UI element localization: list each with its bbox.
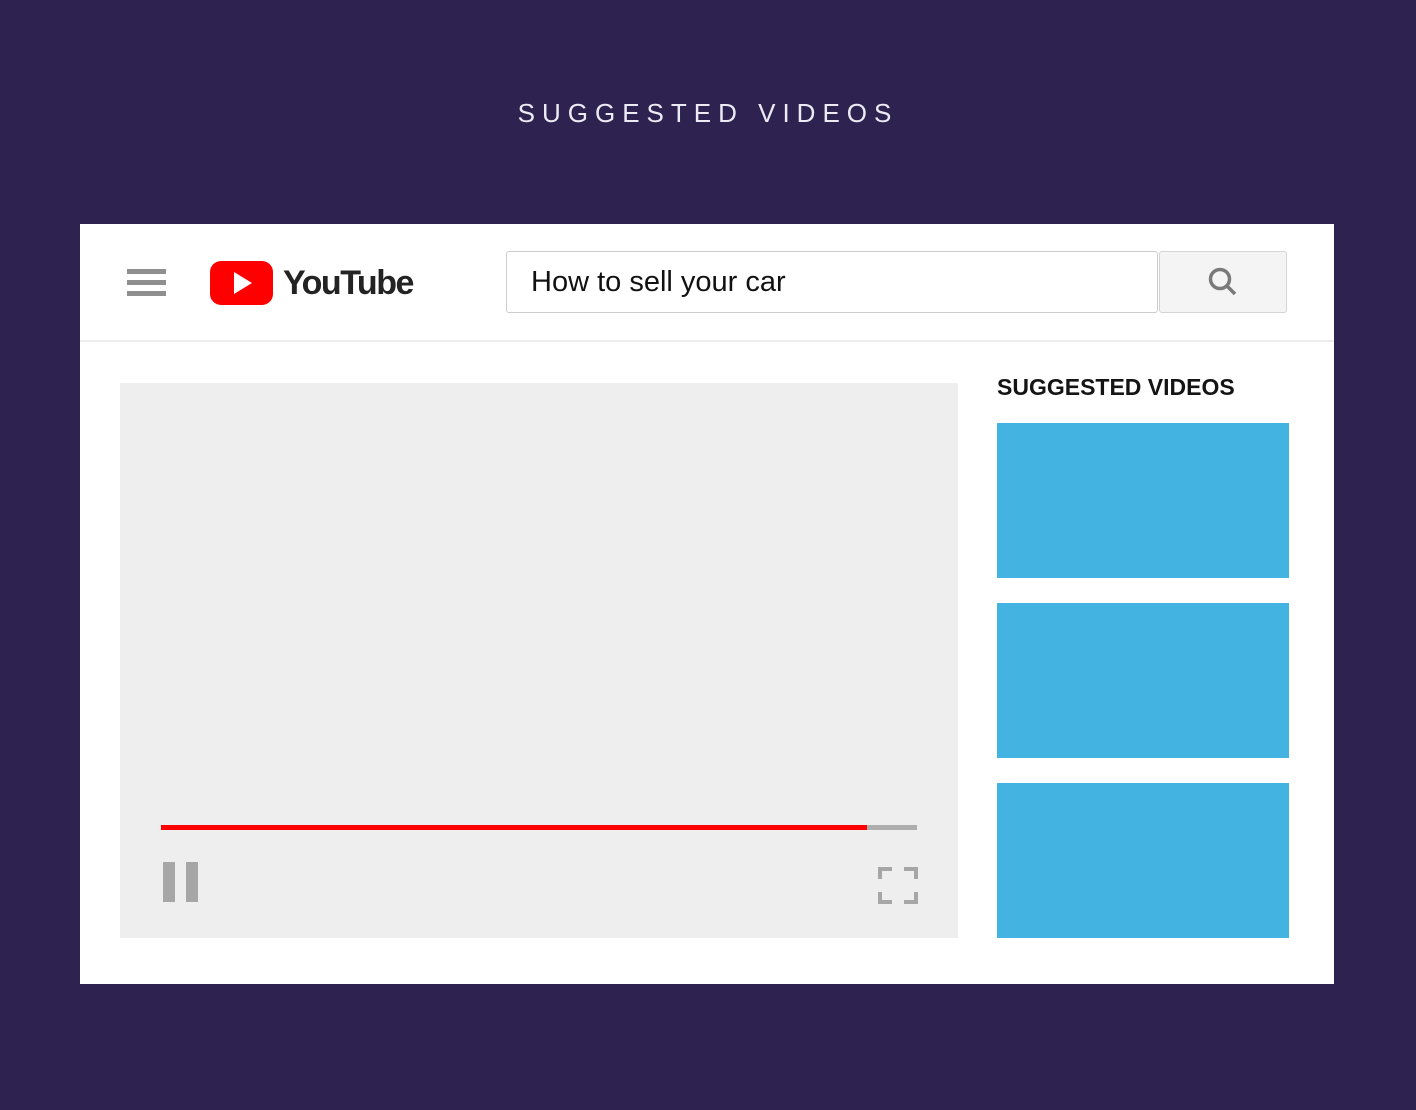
browser-header: YouTube: [80, 224, 1334, 342]
progress-bar[interactable]: [161, 825, 917, 830]
youtube-wordmark: YouTube: [283, 264, 413, 303]
search-icon: [1206, 265, 1240, 299]
youtube-window: YouTube: [80, 224, 1334, 984]
search-button[interactable]: [1159, 251, 1287, 313]
hamburger-menu-icon[interactable]: [127, 269, 166, 297]
suggested-videos-sidebar: SUGGESTED VIDEOS: [997, 374, 1289, 963]
suggested-videos-list: [997, 423, 1289, 938]
pause-icon[interactable]: [163, 862, 198, 902]
suggested-video-3[interactable]: [997, 783, 1289, 938]
fullscreen-icon[interactable]: [878, 867, 918, 904]
page-title: SUGGESTED VIDEOS: [0, 98, 1416, 129]
search-input[interactable]: [506, 251, 1158, 313]
play-triangle-icon: [234, 272, 252, 294]
suggested-video-1[interactable]: [997, 423, 1289, 578]
youtube-play-icon: [210, 261, 273, 305]
suggested-video-2[interactable]: [997, 603, 1289, 758]
youtube-logo[interactable]: YouTube: [210, 261, 413, 305]
suggested-videos-heading: SUGGESTED VIDEOS: [997, 374, 1289, 401]
video-player[interactable]: [120, 383, 958, 938]
page-background: SUGGESTED VIDEOS YouTube: [0, 0, 1416, 1110]
progress-fill: [161, 825, 867, 830]
